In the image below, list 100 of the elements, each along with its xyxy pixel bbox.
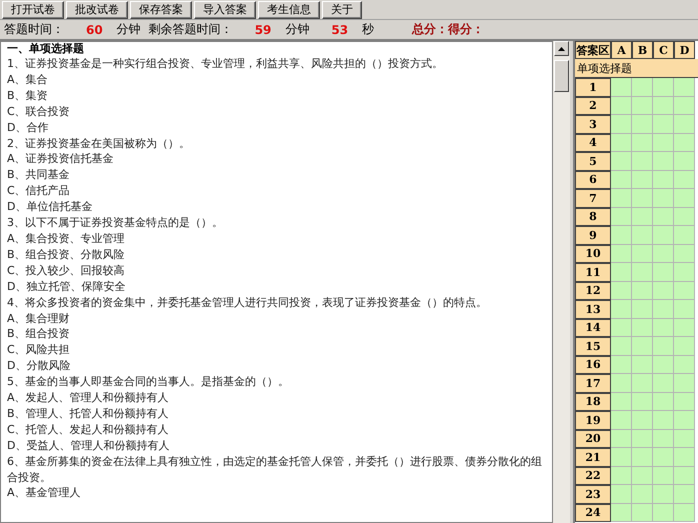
answer-cell[interactable] [674, 300, 695, 318]
answer-cell[interactable] [653, 244, 674, 263]
answer-cell[interactable] [632, 356, 653, 374]
answer-cell[interactable] [611, 226, 632, 244]
toolbar-button[interactable]: 保存答案 [130, 1, 192, 19]
answer-cell[interactable] [611, 300, 632, 318]
answer-cell[interactable] [611, 170, 632, 189]
answer-cell[interactable] [611, 448, 632, 466]
answer-cell[interactable] [632, 318, 653, 337]
answer-cell[interactable] [611, 356, 632, 374]
answer-cell[interactable] [611, 411, 632, 430]
answer-cell[interactable] [674, 263, 695, 282]
answer-cell[interactable] [632, 430, 653, 448]
scrollbar[interactable] [553, 41, 570, 523]
answer-cell[interactable] [653, 96, 674, 115]
answer-cell[interactable] [653, 337, 674, 356]
answer-cell[interactable] [653, 170, 674, 189]
answer-cell[interactable] [632, 300, 653, 318]
answer-cell[interactable] [653, 430, 674, 448]
answer-cell[interactable] [653, 448, 674, 466]
answer-cell[interactable] [653, 78, 674, 96]
answer-cell[interactable] [611, 430, 632, 448]
answer-cell[interactable] [674, 466, 695, 485]
toolbar-button[interactable]: 考生信息 [258, 1, 320, 19]
answer-cell[interactable] [674, 318, 695, 337]
answer-cell[interactable] [632, 189, 653, 208]
answer-cell[interactable] [653, 300, 674, 318]
answer-cell[interactable] [674, 115, 695, 134]
answer-cell[interactable] [653, 226, 674, 244]
answer-cell[interactable] [674, 337, 695, 356]
scroll-thumb[interactable] [554, 60, 569, 92]
scroll-up-button[interactable] [554, 41, 569, 56]
answer-cell[interactable] [674, 430, 695, 448]
answer-cell[interactable] [611, 318, 632, 337]
toolbar-button[interactable]: 打开试卷 [2, 1, 64, 19]
answer-cell[interactable] [674, 504, 695, 522]
answer-cell[interactable] [611, 189, 632, 208]
answer-cell[interactable] [632, 170, 653, 189]
answer-cell[interactable] [632, 134, 653, 152]
answer-cell[interactable] [632, 374, 653, 392]
answer-cell[interactable] [674, 134, 695, 152]
answer-cell[interactable] [632, 466, 653, 485]
answer-cell[interactable] [653, 263, 674, 282]
answer-cell[interactable] [653, 504, 674, 522]
answer-cell[interactable] [674, 485, 695, 504]
answer-cell[interactable] [611, 244, 632, 263]
answer-cell[interactable] [653, 356, 674, 374]
answer-cell[interactable] [653, 466, 674, 485]
answer-cell[interactable] [674, 356, 695, 374]
answer-cell[interactable] [632, 448, 653, 466]
answer-cell[interactable] [632, 208, 653, 226]
answer-cell[interactable] [611, 152, 632, 170]
answer-cell[interactable] [653, 411, 674, 430]
answer-cell[interactable] [632, 411, 653, 430]
answer-cell[interactable] [632, 152, 653, 170]
answer-cell[interactable] [611, 263, 632, 282]
answer-cell[interactable] [653, 189, 674, 208]
answer-cell[interactable] [674, 448, 695, 466]
answer-cell[interactable] [653, 392, 674, 411]
answer-cell[interactable] [611, 282, 632, 300]
answer-cell[interactable] [653, 318, 674, 337]
answer-cell[interactable] [674, 189, 695, 208]
answer-cell[interactable] [653, 134, 674, 152]
answer-cell[interactable] [674, 282, 695, 300]
answer-cell[interactable] [653, 374, 674, 392]
answer-cell[interactable] [674, 170, 695, 189]
answer-cell[interactable] [611, 466, 632, 485]
answer-cell[interactable] [653, 282, 674, 300]
answer-cell[interactable] [632, 263, 653, 282]
answer-cell[interactable] [611, 96, 632, 115]
answer-cell[interactable] [611, 392, 632, 411]
answer-cell[interactable] [653, 485, 674, 504]
answer-cell[interactable] [653, 115, 674, 134]
answer-cell[interactable] [632, 504, 653, 522]
answer-cell[interactable] [674, 152, 695, 170]
answer-cell[interactable] [611, 134, 632, 152]
answer-cell[interactable] [611, 485, 632, 504]
answer-cell[interactable] [632, 392, 653, 411]
answer-cell[interactable] [632, 78, 653, 96]
answer-cell[interactable] [611, 337, 632, 356]
answer-cell[interactable] [611, 374, 632, 392]
toolbar-button[interactable]: 导入答案 [194, 1, 256, 19]
answer-cell[interactable] [674, 208, 695, 226]
answer-cell[interactable] [611, 208, 632, 226]
answer-cell[interactable] [632, 226, 653, 244]
answer-cell[interactable] [611, 115, 632, 134]
answer-cell[interactable] [653, 208, 674, 226]
toolbar-button[interactable]: 关于 [322, 1, 362, 19]
answer-cell[interactable] [674, 78, 695, 96]
answer-cell[interactable] [632, 96, 653, 115]
answer-cell[interactable] [653, 152, 674, 170]
answer-cell[interactable] [632, 244, 653, 263]
toolbar-button[interactable]: 批改试卷 [66, 1, 128, 19]
answer-cell[interactable] [632, 337, 653, 356]
answer-cell[interactable] [674, 96, 695, 115]
answer-cell[interactable] [632, 485, 653, 504]
answer-cell[interactable] [674, 244, 695, 263]
answer-cell[interactable] [674, 374, 695, 392]
answer-cell[interactable] [611, 78, 632, 96]
answer-cell[interactable] [632, 282, 653, 300]
